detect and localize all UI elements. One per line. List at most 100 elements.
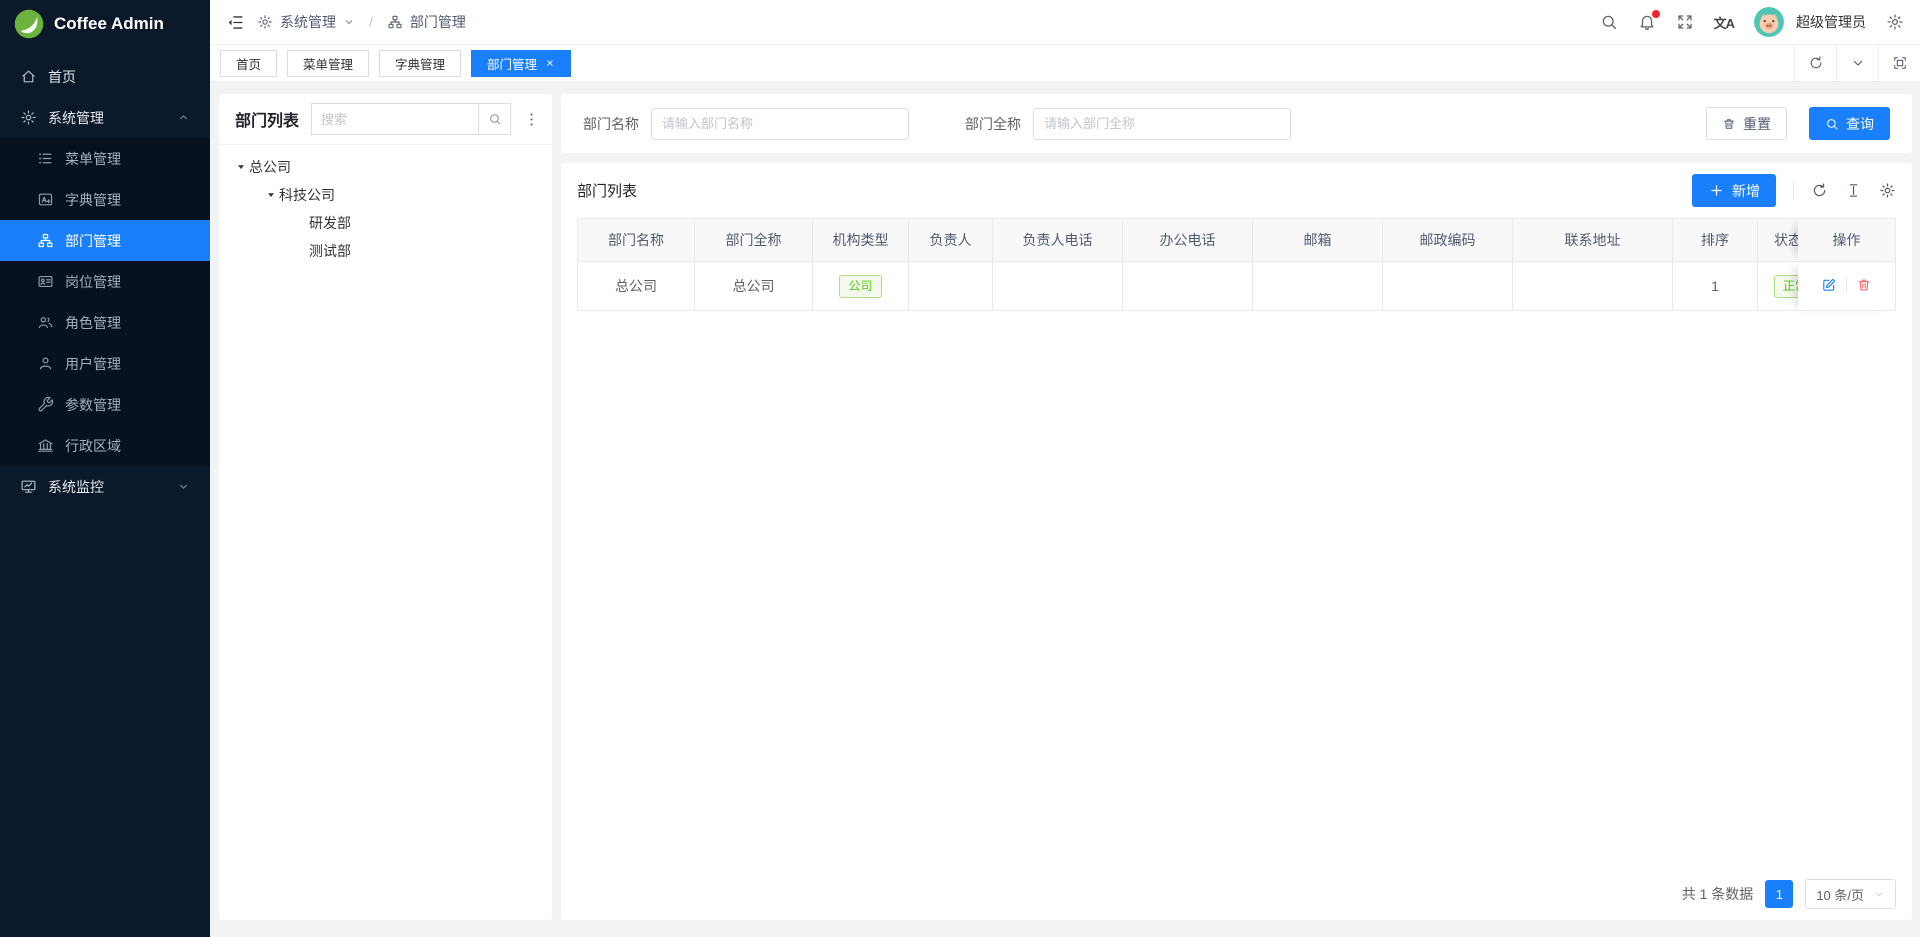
button-label: 查询 <box>1846 114 1874 134</box>
tree-search-input[interactable] <box>311 103 478 135</box>
main-area: 系统管理 / 部门管理 文A <box>210 0 1920 937</box>
sidebar-item-label: 岗位管理 <box>65 272 121 292</box>
refresh-icon[interactable] <box>1811 182 1828 199</box>
sidebar-item-role-mgmt[interactable]: 角色管理 <box>0 302 210 343</box>
tree-node-child[interactable]: 科技公司 <box>219 181 552 209</box>
tab-dept-mgmt[interactable]: 部门管理 <box>471 50 571 77</box>
tree-node-label: 研发部 <box>309 213 351 233</box>
tree-panel-header: 部门列表 <box>219 94 552 145</box>
tree-node-leaf[interactable]: 研发部 <box>219 209 552 237</box>
cell-office-phone <box>1123 262 1253 311</box>
sidebar-item-home[interactable]: 首页 <box>0 56 210 97</box>
tree-panel-title: 部门列表 <box>235 107 299 131</box>
cell-sort: 1 <box>1673 262 1758 311</box>
tree-node-root[interactable]: 总公司 <box>219 153 552 181</box>
sidebar-submenu-system: 菜单管理 字典管理 部门管理 岗位管理 角色管理 用户管理 <box>0 138 210 466</box>
table-row: 总公司 总公司 公司 1 <box>577 262 1896 311</box>
more-options-icon[interactable] <box>523 111 540 128</box>
dept-fullname-input[interactable] <box>1033 108 1291 140</box>
breadcrumb-item-system[interactable]: 系统管理 <box>257 12 355 32</box>
sidebar-item-region-mgmt[interactable]: 行政区域 <box>0 425 210 466</box>
username[interactable]: 超级管理员 <box>1796 12 1866 32</box>
cell-leader-phone <box>993 262 1123 311</box>
content: 部门列表 总公司 科技公司 研发 <box>210 82 1920 937</box>
column-header-office-phone: 办公电话 <box>1123 218 1253 262</box>
tab-refresh-button[interactable] <box>1794 45 1836 81</box>
search-icon[interactable] <box>1600 13 1618 31</box>
sidebar-item-dept-mgmt[interactable]: 部门管理 <box>0 220 210 261</box>
fullscreen-icon[interactable] <box>1676 13 1694 31</box>
tab-menu-button[interactable] <box>1836 45 1878 81</box>
divider <box>1793 182 1794 200</box>
topbar: 系统管理 / 部门管理 文A <box>210 0 1920 45</box>
sidebar-collapse-icon[interactable] <box>226 13 245 32</box>
breadcrumb-label: 系统管理 <box>280 12 336 32</box>
tree-search-button[interactable] <box>478 103 511 135</box>
dept-name-input[interactable] <box>651 108 909 140</box>
column-settings-icon[interactable] <box>1879 182 1896 199</box>
column-header-leader-phone: 负责人电话 <box>993 218 1123 262</box>
table-header-row: 部门名称 部门全称 机构类型 负责人 负责人电话 办公电话 邮箱 邮政编码 联系… <box>577 218 1896 262</box>
notification-button[interactable] <box>1638 13 1656 31</box>
app-title: Coffee Admin <box>54 14 164 34</box>
avatar[interactable] <box>1754 7 1784 37</box>
table-horizontal-scroll[interactable]: 部门名称 部门全称 机构类型 负责人 负责人电话 办公电话 邮箱 邮政编码 联系… <box>577 218 1896 868</box>
column-header-sort: 排序 <box>1673 218 1758 262</box>
query-button[interactable]: 查询 <box>1809 107 1890 140</box>
add-button[interactable]: 新增 <box>1692 174 1776 207</box>
content-fullscreen-button[interactable] <box>1878 45 1920 81</box>
edit-icon[interactable] <box>1821 277 1837 293</box>
sidebar-item-label: 角色管理 <box>65 313 121 333</box>
form-item-fullname: 部门全称 <box>965 108 1291 140</box>
sidebar-item-param-mgmt[interactable]: 参数管理 <box>0 384 210 425</box>
sidebar-item-label: 行政区域 <box>65 436 121 456</box>
sidebar-item-user-mgmt[interactable]: 用户管理 <box>0 343 210 384</box>
wrench-icon <box>37 396 54 413</box>
user-group-icon <box>37 314 54 331</box>
sidebar-item-label: 首页 <box>48 67 76 87</box>
chevron-down-icon <box>343 16 355 28</box>
sidebar-group-monitor[interactable]: 系统监控 <box>0 466 210 507</box>
page-button-1[interactable]: 1 <box>1765 880 1793 908</box>
topbar-actions: 文A 超级管理员 <box>1600 7 1904 37</box>
trash-icon <box>1722 117 1736 131</box>
chevron-down-icon <box>177 480 190 493</box>
caret-down-icon[interactable] <box>233 161 249 173</box>
sidebar-item-label: 用户管理 <box>65 354 121 374</box>
cell-actions <box>1798 262 1896 311</box>
tree-node-leaf[interactable]: 测试部 <box>219 237 552 265</box>
field-label: 部门名称 <box>583 114 639 134</box>
tree-search-group <box>311 103 511 135</box>
sidebar-item-label: 部门管理 <box>65 231 121 251</box>
breadcrumb-item-dept[interactable]: 部门管理 <box>387 12 466 32</box>
close-icon[interactable] <box>545 58 555 68</box>
reset-button[interactable]: 重置 <box>1706 107 1787 140</box>
tab-menu-mgmt[interactable]: 菜单管理 <box>287 50 369 77</box>
dept-table-card: 部门列表 新增 <box>561 163 1912 920</box>
org-type-tag: 公司 <box>839 275 881 298</box>
sidebar-item-post-mgmt[interactable]: 岗位管理 <box>0 261 210 302</box>
gear-icon[interactable] <box>1886 13 1904 31</box>
translate-icon[interactable]: 文A <box>1714 13 1734 32</box>
gear-icon <box>257 14 273 30</box>
list-icon <box>37 150 54 167</box>
column-header-orgtype: 机构类型 <box>813 218 909 262</box>
page-size-select[interactable]: 10 条/页 <box>1805 879 1896 909</box>
spring-leaf-logo-icon <box>14 9 44 39</box>
row-height-icon[interactable] <box>1845 182 1862 199</box>
tab-dict-mgmt[interactable]: 字典管理 <box>379 50 461 77</box>
user-icon <box>37 355 54 372</box>
caret-down-icon[interactable] <box>263 189 279 201</box>
column-header-postcode: 邮政编码 <box>1383 218 1513 262</box>
chevron-down-icon <box>1873 888 1885 900</box>
delete-icon[interactable] <box>1856 277 1872 293</box>
sidebar-group-system[interactable]: 系统管理 <box>0 97 210 138</box>
column-header-name: 部门名称 <box>577 218 695 262</box>
sidebar-item-label: 字典管理 <box>65 190 121 210</box>
sidebar-group-label: 系统管理 <box>48 108 104 128</box>
sidebar-item-menu-mgmt[interactable]: 菜单管理 <box>0 138 210 179</box>
sidebar-item-label: 参数管理 <box>65 395 121 415</box>
field-label: 部门全称 <box>965 114 1021 134</box>
sidebar-item-dict-mgmt[interactable]: 字典管理 <box>0 179 210 220</box>
tab-home[interactable]: 首页 <box>220 50 277 77</box>
